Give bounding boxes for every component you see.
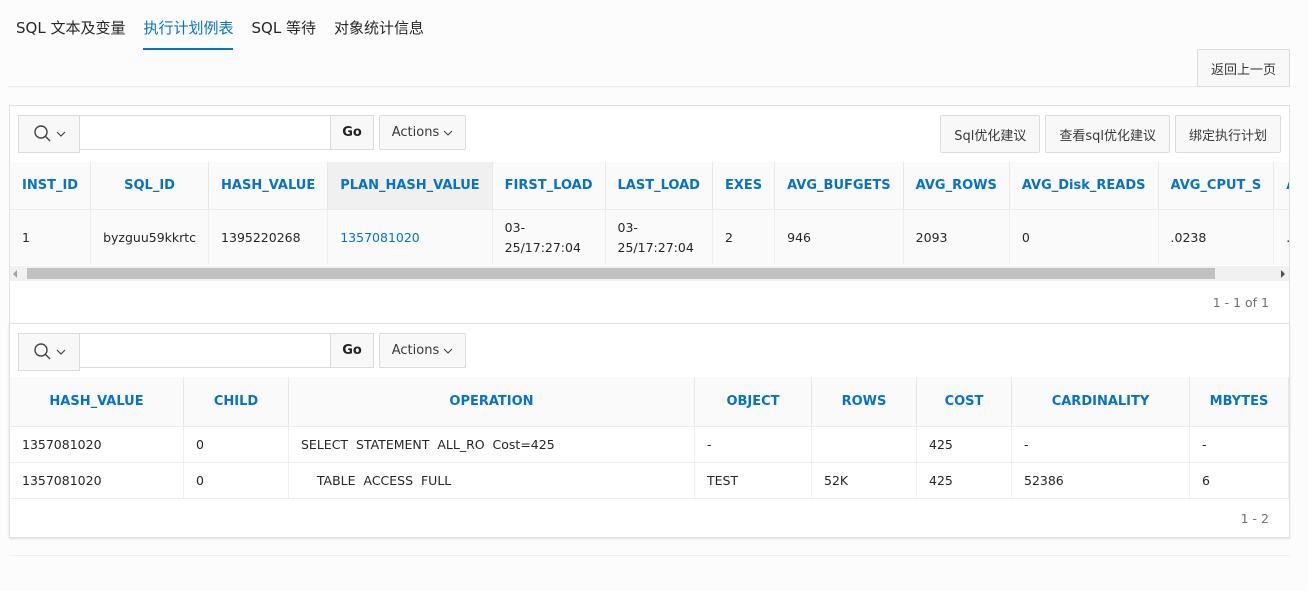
column-header-hash-value[interactable]: HASH_VALUE [10,377,184,427]
table-header-row: HASH_VALUE CHILD OPERATION OBJECT ROWS C… [10,377,1289,427]
column-header-hash-value[interactable]: HASH_VALUE [208,162,329,210]
scrollbar-thumb[interactable] [27,268,1215,279]
tab-bar: SQL 文本及变量 执行计划例表 SQL 等待 对象统计信息 [16,0,442,50]
column-header-cost[interactable]: COST [916,377,1012,427]
bind-execution-plan-button[interactable]: 绑定执行计划 [1174,115,1281,153]
divider [9,555,1290,556]
cell-avg-cput-s: .0238 [1158,209,1275,265]
cell-hash-value: 1357081020 [10,462,184,499]
search-icon [33,125,50,142]
table-row: 1 byzguu59kkrtc 1395220268 1357081020 03… [10,209,1289,265]
cell-object: - [694,426,812,463]
tab-sql-text[interactable]: SQL 文本及变量 [16,0,125,50]
cell-last-load: 03- 25/17:27:04 [605,209,713,265]
go-button[interactable]: Go [331,333,374,368]
chevron-down-icon [443,130,453,136]
search-toolbar: Go Actions [18,115,466,153]
column-header-mbytes[interactable]: MBYTES [1189,377,1289,427]
go-button[interactable]: Go [331,115,374,150]
cell-operation: TABLE ACCESS FULL [288,462,695,499]
scroll-left-arrow-icon[interactable] [13,270,17,278]
search-column-menu[interactable] [18,115,80,153]
search-input[interactable] [80,115,331,150]
search-toolbar: Go Actions [18,333,466,371]
cell-cost: 425 [916,462,1012,499]
column-header-avg-bufgets[interactable]: AVG_BUFGETS [774,162,904,210]
sql-stats-table: INST_ID SQL_ID HASH_VALUE PLAN_HASH_VALU… [10,162,1289,265]
tab-object-stats[interactable]: 对象统计信息 [334,0,424,50]
divider [8,86,1291,88]
search-icon [33,343,50,360]
sql-tuning-advice-button[interactable]: Sql优化建议 [940,115,1041,153]
actions-button[interactable]: Actions [379,115,466,150]
cell-child: 0 [183,462,289,499]
column-header-rows[interactable]: ROWS [811,377,917,427]
cell-avg-disk-reads: 0 [1009,209,1159,265]
view-sql-tuning-advice-button[interactable]: 查看sql优化建议 [1045,115,1170,153]
cell-rows [811,426,917,463]
column-header-cardinality[interactable]: CARDINALITY [1011,377,1190,427]
column-header-operation[interactable]: OPERATION [288,377,695,427]
column-header-exes[interactable]: EXES [712,162,776,210]
chevron-down-icon [56,349,65,355]
region-buttons: Sql优化建议 查看sql优化建议 绑定执行计划 [935,115,1281,153]
column-header-last-load[interactable]: LAST_LOAD [605,162,713,210]
column-header-avg-cput-s[interactable]: AVG_CPUT_S [1158,162,1275,210]
execution-plan-region: Go Actions HASH_VALUE CHILD OPERATION OB… [9,323,1290,538]
cell-operation: SELECT STATEMENT ALL_RO Cost=425 [288,426,695,463]
table-header-row: INST_ID SQL_ID HASH_VALUE PLAN_HASH_VALU… [10,162,1289,210]
cell-first-load: 03- 25/17:27:04 [492,209,606,265]
cell-cost: 425 [916,426,1012,463]
horizontal-scrollbar[interactable] [10,266,1289,281]
cell-exes: 2 [712,209,776,265]
cell-inst-id: 1 [10,209,92,265]
cell-avg-elst-s: .0272 [1273,209,1289,265]
column-header-avg-elst-s[interactable]: AVG_ELST_S [1273,162,1289,210]
table-row: 1357081020 0 SELECT STATEMENT ALL_RO Cos… [10,426,1289,463]
column-header-first-load[interactable]: FIRST_LOAD [492,162,606,210]
cell-cardinality: 52386 [1011,462,1190,499]
cell-sql-id: byzguu59kkrtc [90,209,210,265]
table-row: 1357081020 0 TABLE ACCESS FULL TEST 52K … [10,462,1289,499]
search-input[interactable] [80,333,331,368]
actions-label: Actions [391,125,440,140]
pagination-info: 1 - 2 [1240,511,1269,526]
column-header-plan-hash-value[interactable]: PLAN_HASH_VALUE [327,162,493,210]
cell-rows: 52K [811,462,917,499]
cell-hash-value: 1395220268 [208,209,329,265]
cell-hash-value: 1357081020 [10,426,184,463]
column-header-avg-disk-reads[interactable]: AVG_Disk_READS [1009,162,1159,210]
cell-mbytes: 6 [1189,462,1289,499]
chevron-down-icon [56,131,65,137]
column-header-inst-id[interactable]: INST_ID [10,162,92,210]
column-header-avg-rows[interactable]: AVG_ROWS [903,162,1010,210]
execution-plan-table: HASH_VALUE CHILD OPERATION OBJECT ROWS C… [10,377,1289,499]
chevron-down-icon [443,348,453,354]
tab-execution-plan[interactable]: 执行计划例表 [143,0,234,50]
column-header-sql-id[interactable]: SQL_ID [90,162,210,210]
cell-avg-rows: 2093 [903,209,1010,265]
scroll-right-arrow-icon[interactable] [1281,270,1285,278]
cell-cardinality: - [1011,426,1190,463]
actions-button[interactable]: Actions [379,333,466,368]
tab-sql-wait[interactable]: SQL 等待 [251,0,315,50]
column-header-child[interactable]: CHILD [183,377,289,427]
cell-plan-hash-value-link[interactable]: 1357081020 [327,209,493,265]
sql-stats-region: Go Actions Sql优化建议 查看sql优化建议 绑定执行计划 INST… [9,105,1290,323]
cell-avg-bufgets: 946 [774,209,904,265]
back-button[interactable]: 返回上一页 [1197,49,1290,87]
actions-label: Actions [391,343,440,358]
search-column-menu[interactable] [18,333,80,371]
sql-stats-table-container: INST_ID SQL_ID HASH_VALUE PLAN_HASH_VALU… [10,162,1289,266]
column-header-object[interactable]: OBJECT [694,377,812,427]
cell-child: 0 [183,426,289,463]
pagination-info: 1 - 1 of 1 [1212,295,1269,310]
cell-mbytes: - [1189,426,1289,463]
cell-object: TEST [694,462,812,499]
